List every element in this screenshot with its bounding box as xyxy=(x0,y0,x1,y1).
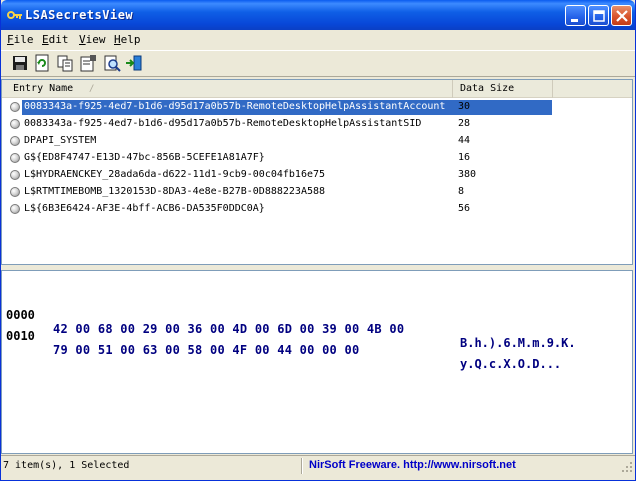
hex-offset: 0010 xyxy=(6,329,35,343)
list-item[interactable]: 0083343a-f925-4ed7-b1d6-d95d17a0b57b-Rem… xyxy=(2,99,632,116)
maximize-button[interactable] xyxy=(588,5,609,26)
entry-size: 380 xyxy=(458,169,477,180)
title-bar[interactable]: LSASecretsView xyxy=(1,0,635,30)
hex-line: 0010 79 00 51 00 63 00 58 00 4F 00 44 00… xyxy=(6,315,561,385)
key-icon xyxy=(7,9,23,21)
window-title: LSASecretsView xyxy=(25,8,134,22)
list-item[interactable]: G${ED8F4747-E13D-47bc-856B-5CEFE1A81A7F}… xyxy=(2,150,632,167)
maximize-icon xyxy=(593,10,605,22)
list-item[interactable]: 0083343a-f925-4ed7-b1d6-d95d17a0b57b-Rem… xyxy=(2,116,632,133)
entry-name: L$HYDRAENCKEY_28ada6da-d622-11d1-9cb9-00… xyxy=(24,169,326,180)
app-window: LSASecretsView File Edit View Help Entry… xyxy=(0,0,636,481)
hex-dump-pane[interactable]: 0000 42 00 68 00 29 00 36 00 4D 00 6D 00… xyxy=(1,270,633,454)
close-button[interactable] xyxy=(611,5,632,26)
nirsoft-link[interactable]: NirSoft Freeware. http://www.nirsoft.net xyxy=(309,459,516,471)
entry-icon xyxy=(10,170,20,180)
menu-view[interactable]: View xyxy=(79,33,106,46)
refresh-icon xyxy=(35,54,49,72)
sort-ascending-icon: ∕ xyxy=(89,84,95,94)
secrets-list[interactable]: Entry Name ∕ Data Size 0083343a-f925-4ed… xyxy=(1,79,633,265)
status-item-count: 7 item(s), 1 Selected xyxy=(3,460,130,471)
entry-icon xyxy=(10,119,20,129)
properties-icon xyxy=(80,55,96,72)
entry-name: DPAPI_SYSTEM xyxy=(24,135,97,146)
menu-file[interactable]: File xyxy=(7,33,34,46)
entry-size: 16 xyxy=(458,152,471,163)
entry-size: 30 xyxy=(458,101,471,112)
list-item[interactable]: DPAPI_SYSTEM 44 xyxy=(2,133,632,150)
properties-button[interactable] xyxy=(79,54,97,72)
refresh-button[interactable] xyxy=(33,54,51,72)
entry-icon xyxy=(10,102,20,112)
entry-size: 56 xyxy=(458,203,471,214)
column-entry-name[interactable]: Entry Name ∕ xyxy=(2,80,453,98)
minimize-button[interactable] xyxy=(565,5,586,26)
save-icon xyxy=(13,56,27,70)
copy-button[interactable] xyxy=(56,54,74,72)
status-bar: 7 item(s), 1 Selected NirSoft Freeware. … xyxy=(1,455,635,475)
menu-edit[interactable]: Edit xyxy=(42,33,69,46)
hex-ascii: y.Q.c.X.O.D... xyxy=(460,357,562,371)
save-button[interactable] xyxy=(11,54,29,72)
entry-name: 0083343a-f925-4ed7-b1d6-d95d17a0b57b-Rem… xyxy=(22,100,552,115)
copy-icon xyxy=(57,55,73,72)
list-item[interactable]: L$RTMTIMEBOMB_1320153D-8DA3-4e8e-B27B-0D… xyxy=(2,184,632,201)
resize-grip-icon[interactable] xyxy=(621,461,633,473)
entry-size: 8 xyxy=(458,186,465,197)
entry-name: 0083343a-f925-4ed7-b1d6-d95d17a0b57b-Rem… xyxy=(24,118,422,129)
find-button[interactable] xyxy=(103,54,121,72)
entry-icon xyxy=(10,187,20,197)
hex-ascii: B.h.).6.M.m.9.K. xyxy=(460,336,576,350)
entry-icon xyxy=(10,204,20,214)
entry-icon xyxy=(10,153,20,163)
list-header: Entry Name ∕ Data Size xyxy=(2,80,632,98)
close-icon xyxy=(616,10,628,22)
status-divider xyxy=(301,458,303,474)
hex-bytes: 79 00 51 00 63 00 58 00 4F 00 44 00 00 0… xyxy=(53,343,360,357)
exit-button[interactable] xyxy=(125,54,143,72)
entry-name: L$RTMTIMEBOMB_1320153D-8DA3-4e8e-B27B-0D… xyxy=(24,186,326,197)
minimize-icon xyxy=(571,19,578,22)
entry-size: 44 xyxy=(458,135,471,146)
menu-help[interactable]: Help xyxy=(114,33,141,46)
list-item[interactable]: L${6B3E6424-AF3E-4bff-ACB6-DA535F0DDC0A}… xyxy=(2,201,632,218)
find-icon xyxy=(104,55,121,72)
toolbar xyxy=(1,50,635,77)
entry-name: G${ED8F4747-E13D-47bc-856B-5CEFE1A81A7F} xyxy=(24,152,265,163)
list-item[interactable]: L$HYDRAENCKEY_28ada6da-d622-11d1-9cb9-00… xyxy=(2,167,632,184)
column-data-size[interactable]: Data Size xyxy=(453,80,553,98)
hex-bytes: 42 00 68 00 29 00 36 00 4D 00 6D 00 39 0… xyxy=(53,322,405,336)
exit-icon xyxy=(126,55,142,71)
entry-icon xyxy=(10,136,20,146)
menu-bar: File Edit View Help xyxy=(1,30,635,50)
entry-size: 28 xyxy=(458,118,471,129)
entry-name: L${6B3E6424-AF3E-4bff-ACB6-DA535F0DDC0A} xyxy=(24,203,265,214)
